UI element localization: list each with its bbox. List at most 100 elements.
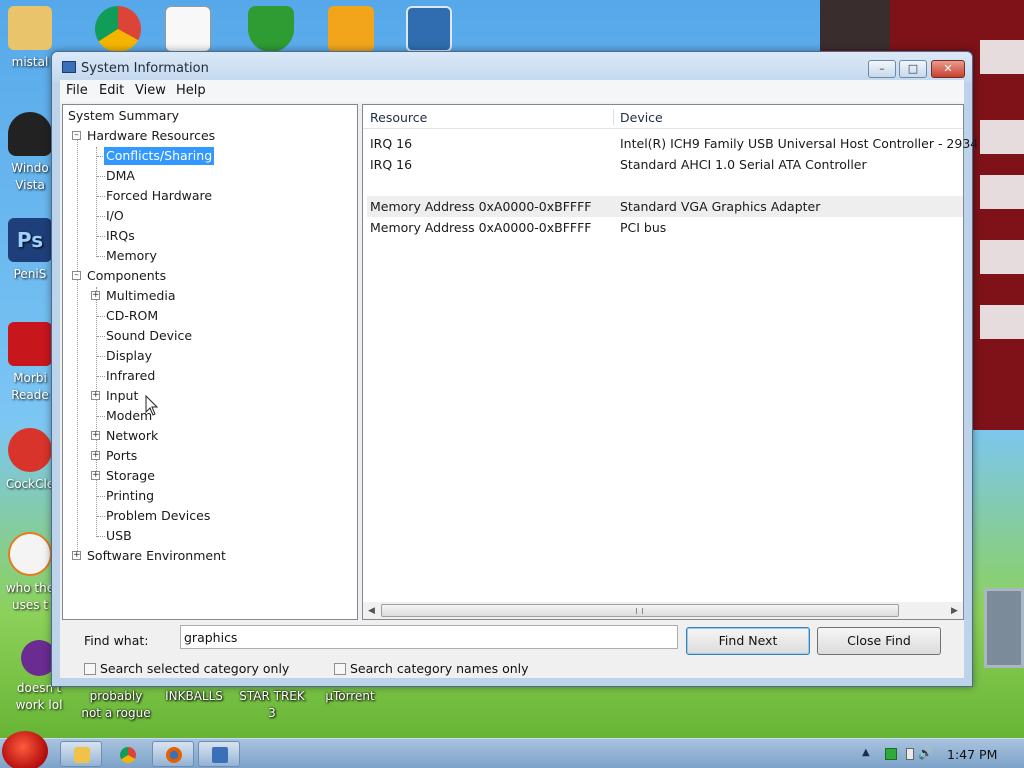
minimize-button[interactable]: – [868, 60, 896, 78]
tree-item-storage[interactable]: Storage [106, 467, 155, 485]
taskbar-chrome-button[interactable] [106, 741, 148, 767]
menu-edit[interactable]: Edit [99, 83, 124, 98]
tree-item-display[interactable]: Display [106, 347, 152, 365]
table-row[interactable]: Memory Address 0xA0000-0xBFFFF Standard … [367, 196, 963, 217]
tree-item-multimedia[interactable]: Multimedia [106, 287, 176, 305]
tree-item-irqs[interactable]: IRQs [106, 227, 135, 245]
tree-item-dma[interactable]: DMA [106, 167, 135, 185]
table-row[interactable]: Memory Address 0xA0000-0xBFFFF PCI bus [367, 217, 963, 238]
mouse-cursor-icon [145, 395, 159, 416]
find-what-label: Find what: [84, 633, 149, 648]
tree-item-io[interactable]: I/O [106, 207, 124, 225]
network-icon[interactable] [906, 748, 914, 760]
firefox-icon [166, 747, 182, 763]
expand-icon[interactable]: + [91, 471, 100, 480]
maximize-button[interactable]: □ [899, 60, 927, 78]
flash-icon [8, 532, 52, 576]
tree-item-system-summary[interactable]: System Summary [68, 107, 179, 125]
volume-icon[interactable]: 🔊 [918, 746, 934, 760]
tree-item-usb[interactable]: USB [106, 527, 132, 545]
menu-bar: File Edit View Help [60, 80, 964, 102]
column-divider[interactable] [613, 109, 614, 125]
desktop-icon-label: INKBALLS [165, 689, 223, 703]
taskbar-system-info-button[interactable] [198, 741, 240, 767]
desktop-icon-security[interactable] [235, 6, 307, 55]
tree-item-cd-rom[interactable]: CD-ROM [106, 307, 158, 325]
tree-item-infrared[interactable]: Infrared [106, 367, 155, 385]
cell-resource: Memory Address 0xA0000-0xBFFFF [370, 220, 592, 235]
menu-view[interactable]: View [135, 83, 166, 98]
desktop-icon-solitaire[interactable] [152, 6, 224, 55]
scroll-right-arrow-icon[interactable]: ▶ [951, 606, 958, 616]
search-selected-category-checkbox[interactable]: Search selected category only [84, 661, 289, 677]
desktop-icon-label: Morbi Reade [11, 371, 49, 402]
collapse-icon[interactable]: – [72, 131, 81, 140]
wallpaper-detail [980, 305, 1024, 339]
find-input[interactable] [180, 625, 678, 649]
column-header-resource[interactable]: Resource [370, 110, 427, 125]
tree-item-memory[interactable]: Memory [106, 247, 157, 265]
table-row-blank [367, 175, 963, 196]
desktop-icon-inkballs[interactable]: INKBALLS [158, 688, 230, 705]
tree-item-network[interactable]: Network [106, 427, 158, 445]
tree-item-sound-device[interactable]: Sound Device [106, 327, 192, 345]
wallpaper-detail [980, 120, 1024, 154]
scrollbar-thumb[interactable] [381, 604, 899, 617]
window-title: System Information [81, 61, 209, 76]
desktop-icon-angry-birds[interactable] [315, 6, 387, 55]
window-client-area: System Summary – Hardware Resources Conf… [60, 102, 978, 678]
show-hidden-icons-icon[interactable]: ▲ [862, 747, 874, 759]
taskbar-clock[interactable]: 1:47 PM [947, 747, 997, 762]
tree-item-conflicts-sharing[interactable]: Conflicts/Sharing [104, 147, 215, 165]
tree-item-forced-hardware[interactable]: Forced Hardware [106, 187, 212, 205]
collapse-icon[interactable]: – [72, 271, 81, 280]
tree-item-ports[interactable]: Ports [106, 447, 137, 465]
desktop-icon-star-trek[interactable]: STAR TREK 3 [236, 688, 308, 722]
tree-item-components[interactable]: Components [87, 267, 166, 285]
battery-icon[interactable] [885, 748, 897, 760]
cell-device: Intel(R) ICH9 Family USB Universal Host … [620, 136, 979, 151]
tree-item-problem-devices[interactable]: Problem Devices [106, 507, 210, 525]
checkbox-box[interactable] [334, 663, 346, 675]
close-button[interactable]: ✕ [931, 60, 965, 78]
expand-icon[interactable]: + [91, 291, 100, 300]
desktop-icon-label: probably not a rogue [81, 689, 151, 720]
expand-icon[interactable]: + [91, 391, 100, 400]
taskbar-explorer-button[interactable] [60, 741, 102, 767]
start-button-angry-bird-icon[interactable] [2, 731, 48, 768]
menu-file[interactable]: File [66, 83, 88, 98]
taskbar-firefox-button[interactable] [152, 741, 194, 767]
expand-icon[interactable]: + [91, 451, 100, 460]
table-row[interactable]: IRQ 16 Intel(R) ICH9 Family USB Universa… [367, 133, 978, 154]
tree-item-hardware-resources[interactable]: Hardware Resources [87, 127, 215, 145]
desktop-icon-chrome[interactable] [82, 6, 154, 55]
tree-item-software-environment[interactable]: Software Environment [87, 547, 226, 565]
menu-help[interactable]: Help [176, 83, 206, 98]
results-list[interactable]: Resource Device IRQ 16 Intel(R) ICH9 Fam… [362, 104, 978, 620]
desktop-icon-rogue[interactable]: probably not a rogue [80, 688, 152, 722]
tree-connector [97, 336, 105, 337]
category-tree[interactable]: System Summary – Hardware Resources Conf… [62, 104, 358, 620]
tree-item-printing[interactable]: Printing [106, 487, 154, 505]
title-bar[interactable]: System Information – □ ✕ [52, 52, 972, 82]
desktop-icon-utorrent[interactable]: µTorrent [314, 688, 386, 705]
close-find-button[interactable]: Close Find [817, 627, 941, 655]
expand-icon[interactable]: + [91, 431, 100, 440]
table-row[interactable]: IRQ 16 Standard AHCI 1.0 Serial ATA Cont… [367, 154, 963, 175]
checkbox-label: Search category names only [350, 661, 529, 676]
tree-connector [97, 196, 105, 197]
tree-item-input[interactable]: Input [106, 387, 138, 405]
desktop-icon-photo[interactable] [393, 6, 465, 55]
desktop-icon-label: who the uses t [5, 581, 55, 612]
checkbox-box[interactable] [84, 663, 96, 675]
horizontal-scrollbar[interactable]: ◀ ▶ [363, 602, 963, 619]
desktop-icon-label: Windo Vista [11, 161, 49, 192]
find-next-button[interactable]: Find Next [686, 627, 810, 655]
expand-icon[interactable]: + [72, 551, 81, 560]
tree-connector [97, 316, 105, 317]
desktop-icon-label: µTorrent [325, 689, 375, 703]
column-header-device[interactable]: Device [620, 110, 663, 125]
search-category-names-checkbox[interactable]: Search category names only [334, 661, 529, 677]
tree-connector [97, 416, 105, 417]
scroll-left-arrow-icon[interactable]: ◀ [368, 606, 375, 616]
